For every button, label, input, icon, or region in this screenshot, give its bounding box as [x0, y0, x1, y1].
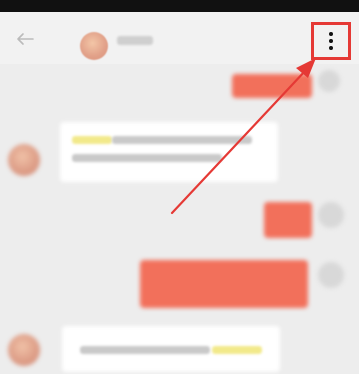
message-text — [112, 136, 252, 144]
message-list[interactable] — [0, 64, 359, 374]
sent-message-bubble[interactable] — [140, 260, 308, 308]
sent-message-bubble[interactable] — [264, 202, 312, 238]
contact-name — [117, 36, 153, 45]
avatar[interactable] — [318, 262, 344, 288]
message-text — [80, 346, 210, 354]
contact-avatar[interactable] — [80, 32, 108, 60]
avatar[interactable] — [8, 144, 40, 176]
avatar[interactable] — [8, 334, 40, 366]
message-text — [212, 346, 262, 354]
avatar[interactable] — [318, 202, 344, 228]
back-icon[interactable] — [16, 32, 34, 46]
message-text — [72, 154, 222, 162]
more-vertical-icon — [328, 32, 334, 50]
message-text — [72, 136, 112, 144]
more-options-button[interactable] — [311, 22, 351, 60]
sent-message-bubble[interactable] — [232, 74, 312, 98]
status-bar — [0, 0, 359, 12]
received-message-bubble[interactable] — [60, 122, 278, 182]
chat-header — [0, 12, 359, 64]
avatar[interactable] — [318, 70, 340, 92]
